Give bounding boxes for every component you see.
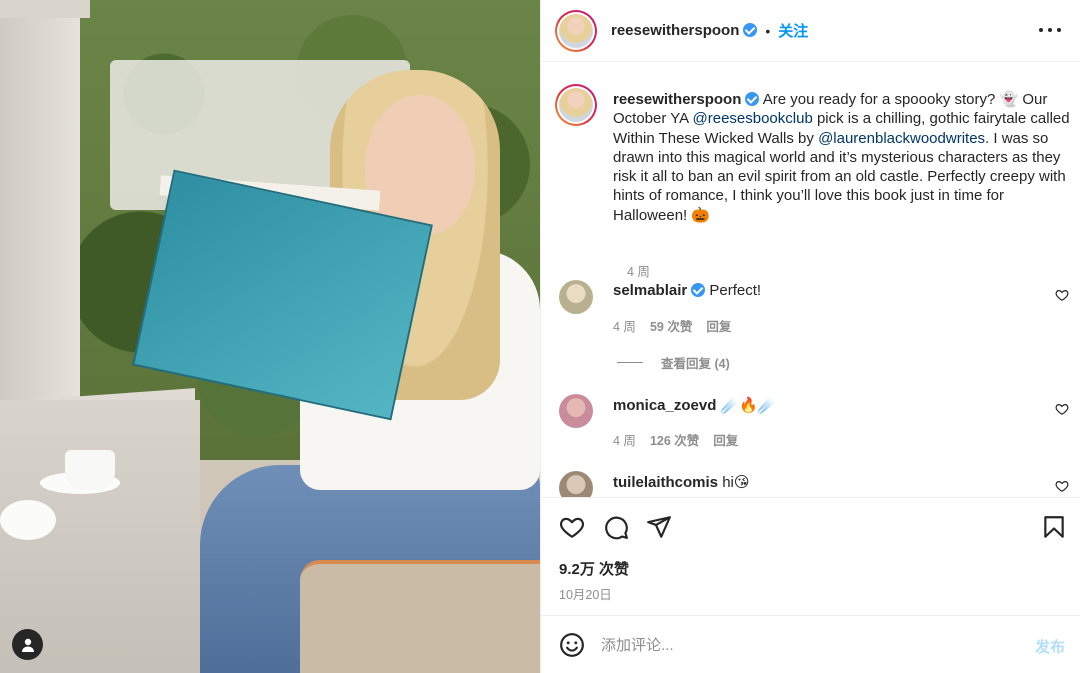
separator-dot: • bbox=[765, 22, 771, 39]
follow-button[interactable]: 关注 bbox=[778, 20, 808, 41]
comment-time[interactable]: 4 周 bbox=[613, 320, 636, 334]
share-icon[interactable] bbox=[646, 514, 672, 540]
comment-likes[interactable]: 59 次赞 bbox=[650, 320, 692, 334]
comment-body: hi😘 bbox=[722, 474, 750, 491]
comment-like-heart-icon[interactable] bbox=[1055, 402, 1069, 416]
photo-coffee-cup bbox=[65, 450, 115, 490]
comments-list[interactable]: reesewitherspoon Are you ready for a spo… bbox=[541, 63, 1080, 497]
comment-body: ☄️🔥☄️ bbox=[720, 397, 777, 414]
commenter-avatar[interactable] bbox=[559, 280, 593, 314]
verified-badge-icon bbox=[745, 92, 760, 106]
commenter-username[interactable]: selmablair bbox=[613, 282, 687, 299]
reply-button[interactable]: 回复 bbox=[713, 434, 738, 448]
commenter-username[interactable]: monica_zoevd bbox=[613, 397, 716, 414]
post-date[interactable]: 10月20日 bbox=[559, 584, 612, 603]
mention-link[interactable]: @laurenblackwoodwrites bbox=[818, 130, 985, 147]
author-avatar[interactable] bbox=[555, 9, 597, 52]
post-comment-button[interactable]: 发布 bbox=[1035, 636, 1065, 657]
replies-divider bbox=[617, 362, 643, 363]
view-replies-button[interactable]: 查看回复 (4) bbox=[617, 353, 730, 372]
user-tag-icon[interactable] bbox=[12, 629, 43, 660]
photo-cushion bbox=[300, 560, 540, 673]
comment-body: Perfect! bbox=[709, 282, 762, 299]
emoji-icon[interactable] bbox=[559, 632, 585, 658]
comment-meta: 4 周 59 次赞 回复 bbox=[613, 316, 745, 335]
add-comment-bar: 发布 bbox=[541, 615, 1080, 673]
caption-avatar[interactable] bbox=[555, 84, 597, 126]
comment-meta: 4 周 126 次赞 回复 bbox=[613, 430, 752, 449]
author-username-text[interactable]: reesewitherspoon bbox=[611, 22, 739, 39]
verified-badge-icon bbox=[743, 23, 758, 37]
heart-icon[interactable] bbox=[559, 514, 585, 540]
commenter-avatar[interactable] bbox=[559, 471, 593, 497]
likes-count[interactable]: 9.2万 次赞 bbox=[559, 558, 629, 579]
comment-like-heart-icon[interactable] bbox=[1055, 288, 1069, 302]
more-options-icon[interactable] bbox=[1039, 20, 1061, 40]
mention-link[interactable]: @reesesbookclub bbox=[693, 110, 813, 127]
caption-time[interactable]: 4 周 bbox=[627, 261, 650, 280]
post-actions: 9.2万 次赞 10月20日 bbox=[541, 497, 1080, 615]
comment-like-heart-icon[interactable] bbox=[1055, 479, 1069, 493]
photo-pillar-top bbox=[0, 0, 90, 18]
comment-time[interactable]: 4 周 bbox=[613, 434, 636, 448]
commenter-username[interactable]: tuilelaithcomis bbox=[613, 474, 718, 491]
reply-button[interactable]: 回复 bbox=[706, 320, 731, 334]
photo-plate bbox=[0, 500, 56, 540]
post-sidebar: reesewitherspoon • 关注 reesewitherspoon A… bbox=[540, 0, 1080, 673]
caption-text: reesewitherspoon Are you ready for a spo… bbox=[613, 90, 1073, 225]
caption-username[interactable]: reesewitherspoon bbox=[613, 91, 741, 108]
post-header: reesewitherspoon • 关注 bbox=[541, 0, 1080, 62]
view-replies-label[interactable]: 查看回复 (4) bbox=[661, 353, 730, 372]
comment-input[interactable] bbox=[601, 634, 1001, 656]
comment-text: tuilelaithcomis hi😘 bbox=[613, 473, 750, 491]
comment-likes[interactable]: 126 次赞 bbox=[650, 434, 699, 448]
comment-text: selmablair Perfect! bbox=[613, 282, 761, 299]
bookmark-icon[interactable] bbox=[1041, 514, 1067, 540]
verified-badge-icon bbox=[691, 283, 706, 297]
author-username[interactable]: reesewitherspoon bbox=[611, 22, 758, 39]
comment-icon[interactable] bbox=[603, 514, 629, 540]
commenter-avatar[interactable] bbox=[559, 394, 593, 428]
post-photo[interactable] bbox=[0, 0, 540, 673]
comment-text: monica_zoevd ☄️🔥☄️ bbox=[613, 396, 777, 414]
